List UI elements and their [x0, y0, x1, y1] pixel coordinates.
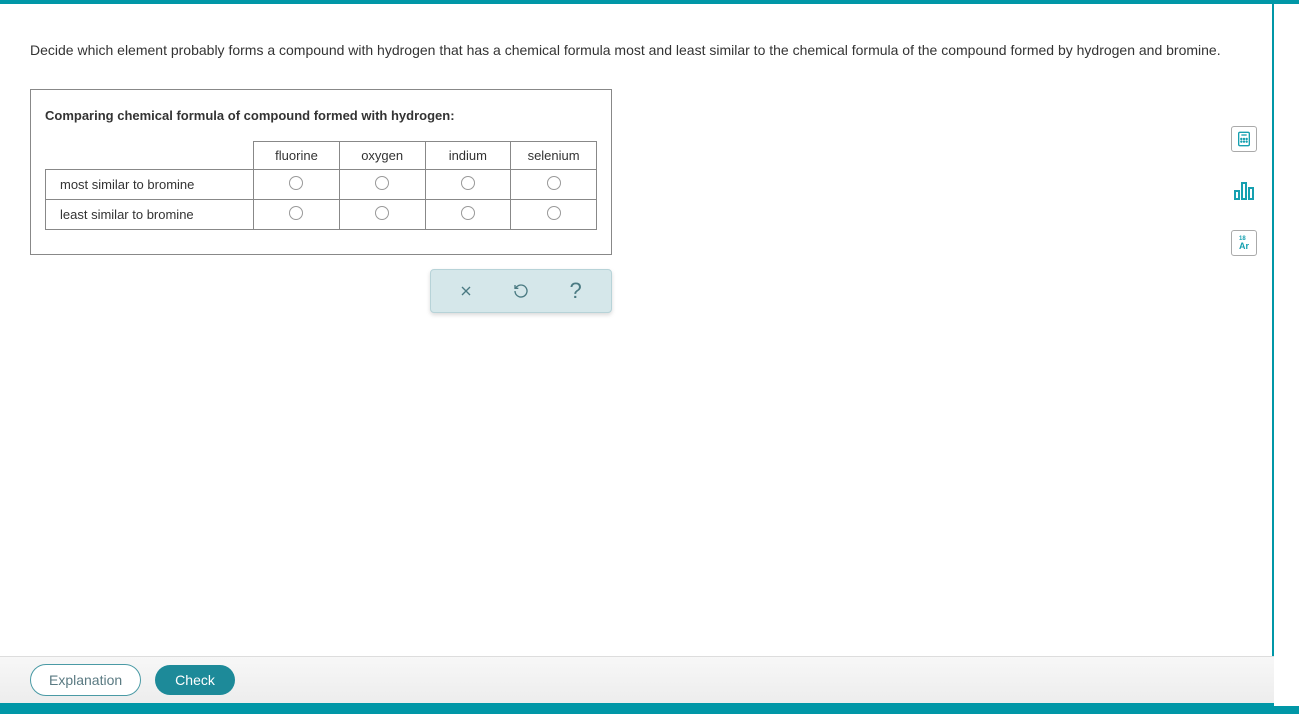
- periodic-table-tool[interactable]: 18Ar: [1231, 230, 1257, 256]
- col-header: fluorine: [254, 142, 340, 170]
- footer-bar: Explanation Check: [0, 656, 1274, 706]
- radio-most-fluorine[interactable]: [289, 176, 303, 190]
- clear-button[interactable]: [451, 276, 481, 306]
- calculator-icon: [1236, 131, 1252, 147]
- bars-tool[interactable]: [1231, 178, 1257, 204]
- question-text: Decide which element probably forms a co…: [30, 40, 1242, 61]
- answer-toolbar: ?: [430, 269, 612, 313]
- bottom-accent-bar: [0, 706, 1299, 714]
- radio-least-oxygen[interactable]: [375, 206, 389, 220]
- col-header: oxygen: [339, 142, 425, 170]
- help-button[interactable]: ?: [561, 276, 591, 306]
- comparison-title: Comparing chemical formula of compound f…: [45, 108, 597, 123]
- comparison-table: fluorine oxygen indium selenium most sim…: [45, 141, 597, 230]
- side-tools: 18Ar: [1231, 126, 1257, 256]
- radio-most-oxygen[interactable]: [375, 176, 389, 190]
- radio-least-selenium[interactable]: [547, 206, 561, 220]
- periodic-icon: 18Ar: [1239, 236, 1249, 251]
- explanation-button[interactable]: Explanation: [30, 664, 141, 696]
- row-label: least similar to bromine: [46, 200, 254, 230]
- bars-icon: [1232, 179, 1256, 203]
- radio-least-indium[interactable]: [461, 206, 475, 220]
- radio-most-indium[interactable]: [461, 176, 475, 190]
- x-icon: [458, 283, 474, 299]
- row-label: most similar to bromine: [46, 170, 254, 200]
- reset-icon: [513, 283, 529, 299]
- radio-most-selenium[interactable]: [547, 176, 561, 190]
- col-header: indium: [425, 142, 511, 170]
- comparison-box: Comparing chemical formula of compound f…: [30, 89, 612, 255]
- check-button[interactable]: Check: [155, 665, 235, 695]
- radio-least-fluorine[interactable]: [289, 206, 303, 220]
- reset-button[interactable]: [506, 276, 536, 306]
- main-area: Decide which element probably forms a co…: [0, 4, 1274, 706]
- col-header: selenium: [511, 142, 597, 170]
- calculator-tool[interactable]: [1231, 126, 1257, 152]
